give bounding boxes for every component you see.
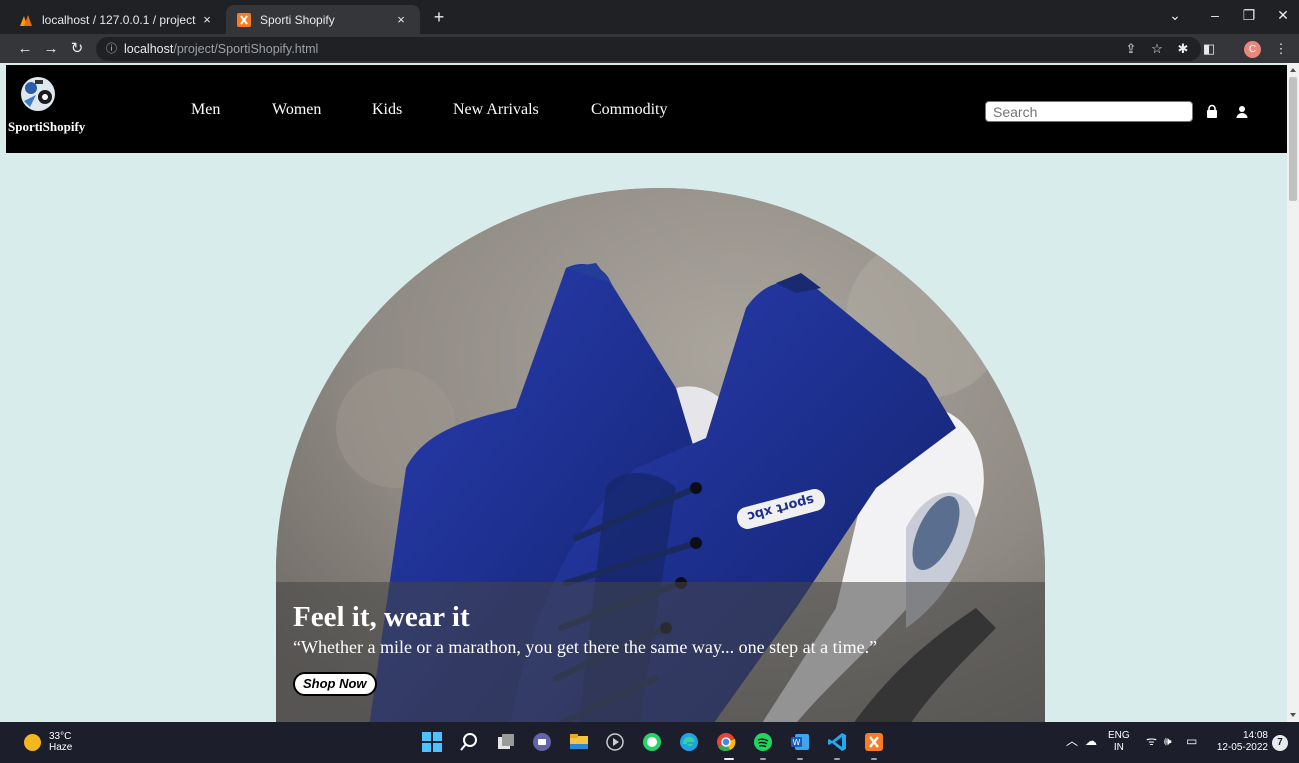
battery-icon[interactable]: ▭ [1186,735,1197,747]
site-header: SportiShopify Men Women Kids New Arrival… [6,65,1287,153]
media-app-icon[interactable] [604,731,626,753]
scroll-up-icon[interactable] [1290,68,1296,72]
weather-temp: 33°C [49,731,72,742]
whatsapp-icon[interactable] [641,731,663,753]
page-scrollbar[interactable] [1287,63,1299,722]
share-icon[interactable]: ⇪ [1120,38,1142,60]
nav-new-arrivals[interactable]: New Arrivals [453,101,539,119]
onedrive-icon[interactable]: ☁ [1085,735,1097,747]
running-app-indicator [871,758,877,760]
tray-overflow-icon[interactable]: ︿ [1066,735,1078,747]
scroll-thumb[interactable] [1289,77,1297,201]
search-input[interactable] [985,101,1193,122]
search-icon[interactable] [458,731,480,753]
running-app-indicator [760,758,766,760]
xampp-icon [237,12,251,27]
weather-condition: Haze [49,742,73,753]
restore-icon[interactable]: ❐ [1234,4,1264,26]
shop-now-button[interactable]: Shop Now [293,672,377,696]
notification-badge[interactable]: 7 [1272,735,1288,751]
task-view-icon[interactable] [495,731,517,753]
xampp-icon[interactable] [863,731,885,753]
shopping-bag-icon[interactable] [1204,104,1220,120]
brand-logo[interactable] [16,75,60,113]
chrome-icon[interactable] [715,731,737,753]
svg-text:W: W [793,738,801,747]
running-app-indicator [797,758,803,760]
hero-heading: Feel it, wear it [293,601,470,633]
running-app-indicator [834,758,840,760]
nav-men[interactable]: Men [191,101,220,119]
teams-chat-icon[interactable] [531,731,553,753]
tab-phpmyadmin[interactable]: localhost / 127.0.0.1 / project / fe × [8,5,226,34]
url-host: localhost [124,42,174,56]
extensions-icon[interactable]: ✱ [1172,38,1194,60]
browser-toolbar: ← → ↻ ⓘ localhost/project/SportiShopify.… [0,34,1299,63]
language-indicator[interactable]: ENG IN [1108,730,1130,754]
reload-icon[interactable]: ↻ [66,38,88,60]
weather-widget[interactable]: 33°C Haze [24,731,72,753]
tab-close-button[interactable]: × [392,12,410,27]
user-icon[interactable] [1234,104,1250,120]
language-code: ENG [1108,730,1130,741]
hero-caption: Feel it, wear it “Whether a mile or a ma… [276,582,1045,722]
active-app-indicator [724,758,734,760]
phpmyadmin-icon [20,14,32,26]
windows-taskbar: 33°C Haze W ︿ ☁ ENG IN ᯤ 🕪 ▭ 14:08 12-05… [0,722,1299,763]
hero-quote: “Whether a mile or a marathon, you get t… [293,637,878,657]
address-bar[interactable]: ⓘ localhost/project/SportiShopify.html [96,37,1201,61]
windows-start-icon[interactable] [421,731,443,753]
minimize-icon[interactable]: – [1200,4,1230,26]
brand-name[interactable]: SportiShopify [8,119,85,135]
wifi-icon[interactable]: ᯤ [1146,735,1157,747]
site-info-icon[interactable]: ⓘ [106,37,117,61]
window-close-icon[interactable]: ✕ [1268,4,1298,26]
spotify-icon[interactable] [752,731,774,753]
edge-browser-icon[interactable] [678,731,700,753]
nav-kids[interactable]: Kids [372,101,402,119]
region-code: IN [1113,742,1124,753]
tab-close-button[interactable]: × [198,12,216,27]
tab-title: Sporti Shopify [260,12,335,27]
forward-icon[interactable]: → [40,38,62,60]
bookmark-star-icon[interactable]: ☆ [1146,38,1168,60]
clock-date: 12-05-2022 [1216,742,1268,753]
file-explorer-icon[interactable] [568,731,590,753]
nav-women[interactable]: Women [272,101,321,119]
word-icon[interactable]: W [789,731,811,753]
scroll-down-icon[interactable] [1290,713,1296,717]
back-icon[interactable]: ← [14,38,36,60]
sun-icon [24,733,41,751]
tab-title: localhost / 127.0.0.1 / project / fe [42,12,198,27]
page-viewport: SportiShopify Men Women Kids New Arrival… [0,63,1299,722]
tab-sporti-shopify[interactable]: Sporti Shopify × [226,5,420,34]
clock-time: 14:08 [1242,730,1268,741]
vscode-icon[interactable] [826,731,848,753]
browser-tab-strip: localhost / 127.0.0.1 / project / fe × S… [0,0,1299,34]
profile-avatar[interactable]: C [1244,41,1261,58]
hero-banner: sport xbc Feel it, wear it “Whether a mi… [276,188,1045,722]
url-path: /project/SportiShopify.html [173,42,319,56]
nav-commodity[interactable]: Commodity [591,101,667,119]
tab-search-icon[interactable]: ⌄ [1160,4,1190,26]
clock[interactable]: 14:08 12-05-2022 [1213,730,1268,754]
menu-icon[interactable]: ⋮ [1270,38,1292,60]
side-panel-icon[interactable]: ◧ [1198,38,1220,60]
volume-icon[interactable]: 🕪 [1164,735,1172,747]
new-tab-button[interactable]: + [428,6,450,28]
